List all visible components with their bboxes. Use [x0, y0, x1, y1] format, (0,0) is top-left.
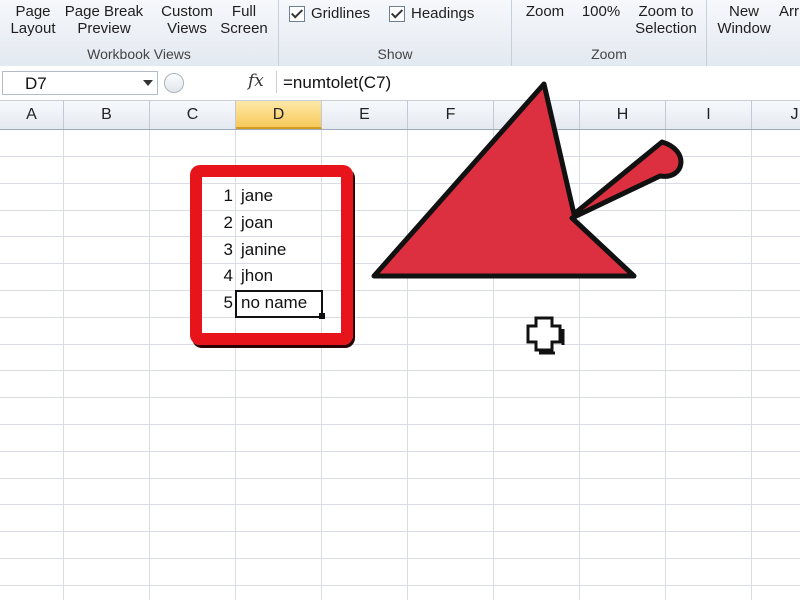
group-label: Zoom: [591, 46, 627, 62]
button-label: Window: [717, 20, 771, 37]
button-label: Page Break: [64, 3, 144, 20]
grid-line: [493, 130, 494, 600]
grid-line: [0, 210, 800, 211]
button-label: Arr: [779, 3, 799, 20]
grid-line: [0, 344, 800, 345]
column-header-e[interactable]: E: [322, 101, 408, 129]
column-header-j[interactable]: J: [752, 101, 800, 129]
grid-line: [0, 183, 800, 184]
grid-line: [63, 130, 64, 600]
grid-line: [407, 130, 408, 600]
grid-line: [751, 130, 752, 600]
grid-line: [0, 317, 800, 318]
button-label: Views: [167, 20, 207, 37]
grid-line: [0, 236, 800, 237]
button-label: Zoom: [525, 3, 565, 20]
new-window-button[interactable]: New Window: [713, 3, 775, 37]
fill-handle[interactable]: [319, 313, 325, 319]
group-label: Workbook Views: [87, 46, 191, 62]
grid-line: [0, 585, 800, 586]
grid-line: [0, 263, 800, 264]
column-header-d[interactable]: D: [236, 101, 322, 129]
grid-line: [579, 130, 580, 600]
zoom-100-button[interactable]: 100%: [578, 3, 624, 20]
grid-line: [0, 504, 800, 505]
column-header-c[interactable]: C: [150, 101, 236, 129]
button-label: Layout: [10, 20, 56, 37]
full-screen-button[interactable]: Full Screen: [218, 3, 270, 37]
column-header-h[interactable]: H: [580, 101, 666, 129]
grid-line: [0, 451, 800, 452]
arrange-all-button[interactable]: Arr: [779, 3, 800, 20]
checkbox-checked-icon: [389, 5, 405, 22]
page-layout-button[interactable]: Page Layout: [8, 3, 58, 37]
zoom-button[interactable]: Zoom: [520, 3, 570, 20]
show-group: Gridlines Headings Show: [279, 0, 512, 66]
checkbox-label: Gridlines: [311, 5, 371, 22]
page-break-preview-button[interactable]: Page Break Preview: [62, 3, 146, 37]
checkbox-checked-icon: [289, 5, 305, 22]
group-label: Show: [377, 46, 413, 62]
grid-line: [149, 130, 150, 600]
grid-line: [0, 558, 800, 559]
checkbox-label: Headings: [411, 5, 475, 22]
expand-handle-icon[interactable]: [164, 73, 184, 93]
formula-text: =numtolet(C7): [283, 73, 392, 92]
button-label: Page: [15, 3, 51, 20]
grid-line: [0, 370, 800, 371]
chevron-down-icon[interactable]: [143, 80, 153, 86]
grid-line: [0, 424, 800, 425]
formula-input[interactable]: =numtolet(C7): [276, 71, 800, 93]
headings-checkbox[interactable]: Headings: [389, 5, 474, 22]
button-label: Screen: [220, 20, 268, 37]
column-header-b[interactable]: B: [64, 101, 150, 129]
formula-bar: D7 fx =numtolet(C7): [0, 66, 800, 101]
column-header-f[interactable]: F: [408, 101, 494, 129]
zoom-group: Zoom 100% Zoom to Selection Zoom: [512, 0, 707, 66]
button-label: Zoom to: [638, 3, 694, 20]
button-label: Preview: [77, 20, 131, 37]
grid-line: [0, 397, 800, 398]
worksheet-grid[interactable]: [0, 130, 800, 600]
column-header-i[interactable]: I: [666, 101, 752, 129]
button-label: New: [728, 3, 759, 20]
grid-line: [0, 290, 800, 291]
custom-views-button[interactable]: Custom Views: [158, 3, 216, 37]
column-headers: ABCDEFGHIJ: [0, 101, 800, 130]
name-box-value: D7: [25, 74, 47, 93]
workbook-views-group: Page Layout Page Break Preview Custom Vi…: [0, 0, 279, 66]
insert-function-icon[interactable]: fx: [248, 71, 264, 91]
grid-line: [0, 478, 800, 479]
button-label: Selection: [635, 20, 697, 37]
window-group: New Window Arr: [707, 0, 800, 66]
zoom-to-selection-button[interactable]: Zoom to Selection: [630, 3, 702, 37]
column-header-g[interactable]: G: [494, 101, 580, 129]
button-label: Custom: [161, 3, 213, 20]
name-box[interactable]: D7: [2, 71, 158, 95]
button-label: Full: [231, 3, 257, 20]
active-cell[interactable]: [235, 290, 323, 318]
ribbon: Page Layout Page Break Preview Custom Vi…: [0, 0, 800, 67]
column-header-a[interactable]: A: [0, 101, 64, 129]
grid-line: [0, 531, 800, 532]
formula-controls: fx: [160, 71, 272, 93]
highlight-box: [190, 165, 353, 345]
grid-line: [665, 130, 666, 600]
gridlines-checkbox[interactable]: Gridlines: [289, 5, 370, 22]
button-label: 100%: [581, 3, 621, 20]
grid-line: [0, 156, 800, 157]
